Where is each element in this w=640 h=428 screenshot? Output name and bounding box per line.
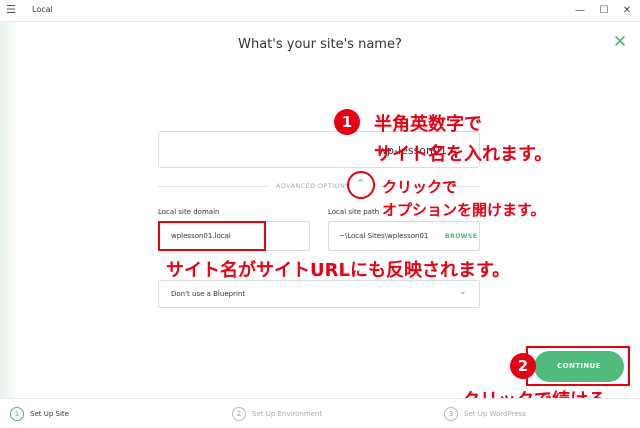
annotation-click-note-line-1: クリックで xyxy=(382,178,458,196)
annotation-step-1-badge: 1 xyxy=(334,109,360,135)
step-2-label: Set Up Environment xyxy=(252,410,323,418)
divider-left xyxy=(158,186,268,187)
window-close-icon[interactable]: ✕ xyxy=(617,3,637,19)
minimize-icon[interactable]: — xyxy=(570,3,590,19)
step-3-number: 3 xyxy=(444,407,458,421)
annotation-domain-box xyxy=(158,221,266,251)
domain-label: Local site domain xyxy=(158,208,220,216)
step-1-number: 1 xyxy=(10,407,24,421)
annotation-url-note: サイト名がサイトURLにも反映されます。 xyxy=(166,260,511,281)
advanced-options-toggle[interactable]: ADVANCED OPTIONS xyxy=(276,182,350,190)
path-label: Local site path xyxy=(328,208,380,216)
annotation-continue-box xyxy=(526,346,630,386)
step-1-label: Set Up Site xyxy=(30,410,69,418)
browse-button[interactable]: BROWSE xyxy=(445,233,477,240)
maximize-icon[interactable]: ☐ xyxy=(594,3,614,19)
page-title: What's your site's name? xyxy=(238,37,402,52)
window-title: Local xyxy=(32,5,53,14)
close-icon[interactable]: ✕ xyxy=(610,32,630,52)
annotation-chevron-circle xyxy=(347,171,375,199)
left-accent-gradient xyxy=(0,22,18,398)
path-value: ~\Local Sites\wplesson01 xyxy=(339,232,429,240)
annotation-note-1-line-2: サイト名を入れます。 xyxy=(374,144,553,165)
step-2-number: 2 xyxy=(232,407,246,421)
menu-icon[interactable]: ☰ xyxy=(6,4,18,16)
chevron-down-icon: ⌄ xyxy=(459,287,467,297)
title-bar: ☰ Local — ☐ ✕ xyxy=(0,0,640,22)
annotation-click-note-line-2: オプションを開けます。 xyxy=(382,201,546,219)
blueprint-value: Don't use a Blueprint xyxy=(171,290,246,298)
step-3-label: Set Up WordPress xyxy=(464,410,526,418)
blueprint-select[interactable]: Don't use a Blueprint ⌄ xyxy=(158,280,480,308)
annotation-note-1-line-1: 半角英数字で xyxy=(374,114,482,135)
path-input[interactable]: ~\Local Sites\wplesson01 BROWSE xyxy=(328,221,480,251)
step-progress-bar: 1 Set Up Site 2 Set Up Environment 3 Set… xyxy=(0,398,640,428)
annotation-step-2-badge: 2 xyxy=(510,353,536,379)
